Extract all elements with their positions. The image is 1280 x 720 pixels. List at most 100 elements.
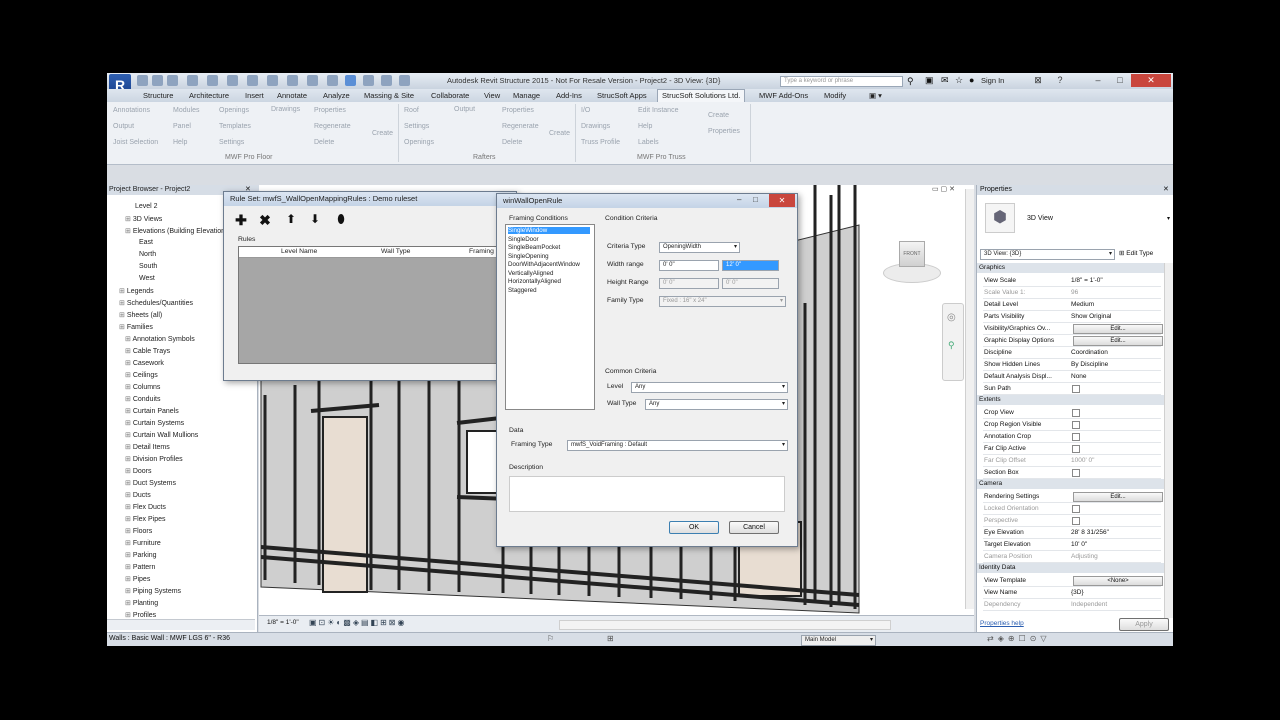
rafters-regenerate-button[interactable]: Regenerate	[502, 123, 539, 130]
property-row[interactable]: Graphic Display Options Edit...	[983, 335, 1163, 347]
tab-manage[interactable]: Manage	[513, 91, 540, 100]
column-level-name[interactable]: Level Name	[281, 248, 317, 255]
close-icon[interactable]: ✕	[769, 194, 795, 207]
framing-condition-item[interactable]: Staggered	[508, 287, 537, 294]
communication-icon[interactable]: ✉	[941, 75, 949, 86]
property-edit-button[interactable]: Edit...	[1073, 336, 1163, 346]
property-value[interactable]: By Discipline	[1071, 359, 1108, 370]
joist-selection-button[interactable]: Joist Selection	[113, 139, 158, 146]
browser-tree-item[interactable]: ⊞ Furniture	[125, 539, 161, 547]
height-min-input[interactable]: 0' 0"	[659, 278, 719, 289]
rafters-output-button[interactable]: Output	[454, 106, 475, 113]
selection-filter-icons[interactable]: ⇄◈⊕☐⊙▽	[987, 634, 1051, 643]
open-icon[interactable]	[137, 75, 148, 86]
pin-icon[interactable]: ⬮	[332, 212, 350, 228]
browser-tree-item[interactable]: ⊞ Parking	[125, 551, 157, 559]
property-checkbox[interactable]	[1072, 469, 1080, 477]
search-input[interactable]: Type a keyword or phrase	[780, 76, 903, 87]
browser-tree-item[interactable]: ⊞ Curtain Wall Mullions	[125, 431, 198, 439]
tab-view[interactable]: View	[484, 91, 500, 100]
close-hidden-icon[interactable]	[363, 75, 374, 86]
framing-condition-item[interactable]: DoorWithAdjacentWindow	[508, 261, 580, 268]
drawings-button[interactable]: Drawings	[271, 106, 300, 113]
expand-icon[interactable]: ⊞	[125, 432, 133, 439]
property-value[interactable]: 28' 8 31/256"	[1071, 527, 1109, 538]
browser-tree-item[interactable]: South	[139, 263, 157, 270]
expand-icon[interactable]: ⊞	[125, 408, 133, 415]
properties-button[interactable]: Properties	[314, 107, 346, 114]
property-row[interactable]: Rendering Settings Edit...	[983, 491, 1163, 503]
wall-type-select[interactable]: Any ▾	[645, 399, 788, 410]
property-row[interactable]: Dependency Independent	[983, 599, 1161, 611]
qat-dropdown-icon[interactable]	[399, 75, 410, 86]
delete-button[interactable]: Delete	[314, 139, 334, 146]
browser-tree-item[interactable]: ⊞ Division Profiles	[125, 455, 183, 463]
framing-condition-item[interactable]: SingleDoor	[508, 236, 539, 243]
edit-type-button[interactable]: ⊞ Edit Type	[1119, 249, 1153, 257]
browser-tree-item[interactable]: ⊞ Flex Ducts	[125, 503, 166, 511]
truss-help-button[interactable]: Help	[638, 123, 652, 130]
property-value[interactable]: 1/8" = 1'-0"	[1071, 275, 1103, 286]
property-row[interactable]: Target Elevation 10' 0"	[983, 539, 1161, 551]
property-row[interactable]: Crop View	[983, 407, 1161, 419]
browser-tree-item[interactable]: ⊞ Curtain Panels	[125, 407, 179, 415]
browser-tree-item[interactable]: Level 2	[135, 203, 158, 210]
browser-tree-item[interactable]: ⊞ Schedules/Quantities	[119, 299, 193, 307]
browser-tree-item[interactable]: ⊞ Doors	[125, 467, 152, 475]
browser-tree-item[interactable]: ⊞ Conduits	[125, 395, 160, 403]
framing-condition-item[interactable]: HorizontallyAligned	[508, 278, 561, 285]
create-button[interactable]: Create	[372, 130, 393, 137]
property-row[interactable]: Section Box	[983, 467, 1161, 479]
expand-icon[interactable]: ⊞	[125, 468, 133, 475]
rafters-settings-button[interactable]: Settings	[404, 123, 429, 130]
property-row[interactable]: Visibility/Graphics Ov... Edit...	[983, 323, 1163, 335]
expand-icon[interactable]: ⊞	[125, 228, 133, 235]
section-icon[interactable]	[307, 75, 318, 86]
viewcube-face[interactable]: FRONT	[899, 241, 925, 267]
property-row[interactable]: Perspective	[983, 515, 1161, 527]
expand-icon[interactable]: ⊞	[125, 552, 133, 559]
tab-insert[interactable]: Insert	[245, 91, 264, 100]
framing-type-select[interactable]: mwfS_VoidFraming : Default ▾	[567, 440, 788, 451]
rafters-openings-button[interactable]: Openings	[404, 139, 434, 146]
criteria-type-select[interactable]: OpeningWidth ▾	[659, 242, 740, 253]
expand-icon[interactable]: ⊞	[125, 348, 133, 355]
tab-massing-site[interactable]: Massing & Site	[364, 91, 414, 100]
browser-tree-item[interactable]: ⊞ Columns	[125, 383, 160, 391]
rafters-create-button[interactable]: Create	[549, 130, 570, 137]
property-row[interactable]: Far Clip Active	[983, 443, 1161, 455]
annotations-button[interactable]: Annotations	[113, 107, 150, 114]
property-checkbox[interactable]	[1072, 421, 1080, 429]
property-row[interactable]: Discipline Coordination	[983, 347, 1161, 359]
property-group-header[interactable]: Identity Data	[977, 563, 1169, 573]
expand-icon[interactable]: ⊞	[125, 528, 133, 535]
property-row[interactable]: Locked Orientation	[983, 503, 1161, 515]
property-row[interactable]: Annotation Crop	[983, 431, 1161, 443]
browser-tree-item[interactable]: ⊞ Pattern	[125, 563, 155, 571]
delete-rule-icon[interactable]: ✖	[256, 212, 274, 228]
width-min-input[interactable]: 0' 0"	[659, 260, 719, 271]
roof-button[interactable]: Roof	[404, 107, 419, 114]
help-icon[interactable]: ?	[1049, 74, 1071, 87]
property-checkbox[interactable]	[1072, 385, 1080, 393]
labels-button[interactable]: Labels	[638, 139, 659, 146]
property-edit-button[interactable]: <None>	[1073, 576, 1163, 586]
property-row[interactable]: Eye Elevation 28' 8 31/256"	[983, 527, 1161, 539]
view-window-controls[interactable]: ▭ ▢ ✕	[932, 185, 955, 193]
property-value[interactable]: 1000' 0"	[1071, 455, 1094, 466]
edit-instance-button[interactable]: Edit Instance	[638, 107, 678, 114]
browser-tree-item[interactable]: ⊞ Elevations (Building Elevation)	[125, 227, 227, 235]
property-checkbox[interactable]	[1072, 445, 1080, 453]
switch-windows-icon[interactable]	[327, 75, 338, 86]
property-row[interactable]: Detail Level Medium	[983, 299, 1161, 311]
cancel-button[interactable]: Cancel	[729, 521, 779, 534]
vertical-scrollbar[interactable]	[965, 189, 974, 609]
close-icon[interactable]: ✕	[1163, 185, 1169, 193]
print-icon[interactable]	[207, 75, 218, 86]
redo-icon[interactable]	[187, 75, 198, 86]
expand-icon[interactable]: ⊞	[125, 516, 133, 523]
sync-icon[interactable]	[381, 75, 392, 86]
tab-add-ins[interactable]: Add-Ins	[556, 91, 582, 100]
browser-tree-item[interactable]: ⊞ Families	[119, 323, 153, 331]
property-row[interactable]: Far Clip Offset 1000' 0"	[983, 455, 1161, 467]
